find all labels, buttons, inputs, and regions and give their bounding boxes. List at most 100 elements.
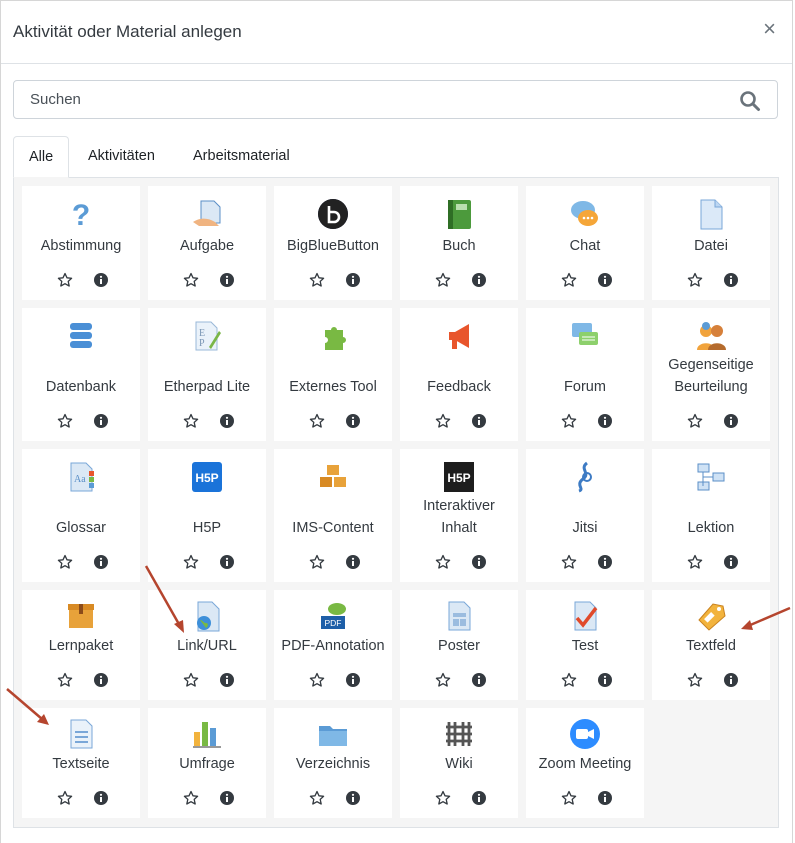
star-icon[interactable] [57, 554, 73, 570]
info-icon[interactable] [723, 672, 739, 688]
info-icon[interactable] [723, 554, 739, 570]
star-icon[interactable] [309, 413, 325, 429]
info-icon[interactable] [93, 272, 109, 288]
info-icon[interactable] [219, 554, 235, 570]
tab-aktivitaeten[interactable]: Aktivitäten [88, 136, 155, 177]
search-input[interactable] [28, 90, 712, 109]
star-icon[interactable] [435, 272, 451, 288]
info-icon[interactable] [345, 790, 361, 806]
module-card[interactable]: Datei [652, 186, 770, 300]
star-icon[interactable] [561, 672, 577, 688]
star-icon[interactable] [57, 272, 73, 288]
module-card[interactable]: Forum [526, 308, 644, 441]
module-grid: ? Abstimmung Aufgabe BigBlueButton Buch Chat D… [13, 177, 779, 828]
info-icon[interactable] [597, 790, 613, 806]
tab-arbeitsmaterial[interactable]: Arbeitsmaterial [193, 136, 290, 177]
info-icon[interactable] [93, 672, 109, 688]
star-icon[interactable] [561, 272, 577, 288]
star-icon[interactable] [57, 790, 73, 806]
star-icon[interactable] [435, 790, 451, 806]
module-card[interactable]: ? Abstimmung [22, 186, 140, 300]
annotation-arrow-textseite [6, 688, 49, 725]
info-icon[interactable] [219, 672, 235, 688]
module-card[interactable]: Aa Glossar [22, 449, 140, 582]
info-icon[interactable] [93, 554, 109, 570]
info-icon[interactable] [723, 272, 739, 288]
close-icon[interactable]: × [763, 18, 776, 40]
page-icon [70, 719, 93, 749]
star-icon[interactable] [435, 554, 451, 570]
star-icon[interactable] [57, 413, 73, 429]
star-icon[interactable] [435, 672, 451, 688]
module-card[interactable]: Umfrage [148, 708, 266, 818]
info-icon[interactable] [471, 272, 487, 288]
activity-chooser-dialog: Aktivität oder Material anlegen × Alle A… [0, 0, 793, 843]
info-icon[interactable] [471, 413, 487, 429]
info-icon[interactable] [345, 413, 361, 429]
info-icon[interactable] [597, 672, 613, 688]
info-icon[interactable] [219, 790, 235, 806]
megaphone-icon [449, 324, 469, 349]
star-icon[interactable] [309, 272, 325, 288]
info-icon[interactable] [345, 272, 361, 288]
module-card[interactable]: E P Etherpad Lite [148, 308, 266, 441]
module-card[interactable]: Datenbank [22, 308, 140, 441]
module-card[interactable]: Test [526, 590, 644, 700]
star-icon[interactable] [687, 554, 703, 570]
module-card[interactable]: Verzeichnis [274, 708, 392, 818]
info-icon[interactable] [597, 272, 613, 288]
star-icon[interactable] [561, 413, 577, 429]
info-icon[interactable] [471, 790, 487, 806]
star-icon[interactable] [687, 413, 703, 429]
info-icon[interactable] [345, 672, 361, 688]
info-icon[interactable] [93, 790, 109, 806]
star-icon[interactable] [309, 554, 325, 570]
info-icon[interactable] [723, 413, 739, 429]
star-icon[interactable] [561, 554, 577, 570]
module-card[interactable]: BigBlueButton [274, 186, 392, 300]
module-name: Glossar [56, 520, 106, 536]
module-card[interactable]: H5P Interaktiver Inhalt [400, 449, 518, 582]
info-icon[interactable] [93, 413, 109, 429]
tab-alle[interactable]: Alle [13, 136, 70, 178]
module-card[interactable]: Feedback [400, 308, 518, 441]
star-icon[interactable] [309, 672, 325, 688]
star-icon[interactable] [435, 413, 451, 429]
star-icon[interactable] [687, 272, 703, 288]
info-icon[interactable] [219, 413, 235, 429]
star-icon[interactable] [687, 672, 703, 688]
module-card[interactable]: Poster [400, 590, 518, 700]
module-card[interactable]: Externes Tool [274, 308, 392, 441]
star-icon[interactable] [183, 672, 199, 688]
module-name: Aufgabe [179, 238, 235, 254]
star-icon[interactable] [57, 672, 73, 688]
star-icon[interactable] [183, 790, 199, 806]
module-card[interactable]: PDF PDF-Annotation [274, 590, 392, 700]
star-icon[interactable] [309, 790, 325, 806]
info-icon[interactable] [471, 554, 487, 570]
info-icon[interactable] [471, 672, 487, 688]
module-card[interactable]: Gegenseitige Beurteilung [652, 308, 770, 441]
module-name: Wiki [445, 756, 473, 772]
star-icon[interactable] [561, 790, 577, 806]
module-card[interactable]: Wiki [400, 708, 518, 818]
module-name: Zoom Meeting [538, 756, 632, 772]
etherpad-icon: EP [195, 321, 221, 351]
module-card[interactable]: Zoom Meeting [526, 708, 644, 818]
star-icon[interactable] [183, 272, 199, 288]
tab-bar: Alle Aktivitäten Arbeitsmaterial [13, 136, 779, 178]
module-card[interactable]: Lektion [652, 449, 770, 582]
module-card[interactable]: Chat [526, 186, 644, 300]
module-card[interactable]: Jitsi [526, 449, 644, 582]
annotation-arrow-url [144, 565, 184, 633]
module-card[interactable]: IMS-Content [274, 449, 392, 582]
star-icon[interactable] [183, 413, 199, 429]
info-icon[interactable] [219, 272, 235, 288]
info-icon[interactable] [597, 554, 613, 570]
info-icon[interactable] [345, 554, 361, 570]
module-name: Gegenseitige Beurteilung [668, 357, 754, 395]
module-card[interactable]: Buch [400, 186, 518, 300]
info-icon[interactable] [597, 413, 613, 429]
module-card[interactable]: Aufgabe [148, 186, 266, 300]
search-icon[interactable] [739, 90, 761, 112]
